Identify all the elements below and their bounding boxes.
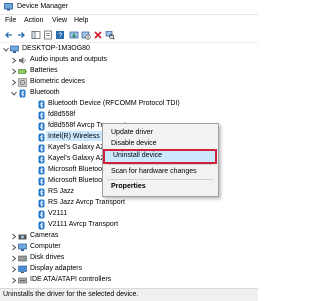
device-label: Bluetooth Device (RFCOMM Protocol TDI): [48, 100, 180, 107]
tree-category[interactable]: IDE ATA/ATAPI controllers: [11, 275, 211, 286]
device-label: fd8d558f: [48, 111, 76, 118]
title-bar: Device Manager: [0, 0, 258, 15]
bluetooth-icon: [38, 155, 45, 164]
menu-separator: [107, 179, 213, 180]
category-label: Computer: [30, 243, 61, 250]
tree-category-bluetooth[interactable]: Bluetooth: [11, 88, 211, 99]
menu-view[interactable]: View: [52, 17, 67, 24]
tree-category[interactable]: Biometric devices: [11, 77, 211, 88]
category-label: Biometric devices: [30, 78, 85, 85]
status-bar: Uninstalls the driver for the selected d…: [0, 288, 258, 301]
tree-category[interactable]: Audio inputs and outputs: [11, 55, 211, 66]
tree-category[interactable]: Batteries: [11, 66, 211, 77]
disable-device-icon[interactable]: [81, 30, 91, 40]
status-text: Uninstalls the driver for the selected d…: [3, 291, 139, 298]
category-label: Bluetooth: [30, 89, 60, 96]
category-label: Audio inputs and outputs: [30, 56, 108, 63]
category-label: Disk drives: [30, 254, 65, 261]
menu-update-driver[interactable]: Update driver: [103, 128, 218, 139]
tree-category[interactable]: Computer: [11, 242, 211, 253]
category-label: IDE ATA/ATAPI controllers: [30, 276, 112, 283]
computer-icon: [10, 45, 19, 53]
back-arrow-icon[interactable]: [4, 30, 14, 40]
svg-text:?: ?: [58, 33, 62, 40]
battery-icon: [18, 69, 27, 74]
menu-label: Update driver: [111, 129, 154, 136]
tree-category[interactable]: Display adapters: [11, 264, 211, 275]
expand-arrow-icon[interactable]: [11, 255, 17, 262]
bluetooth-icon: [38, 177, 45, 186]
menu-disable-device[interactable]: Disable device: [103, 139, 218, 150]
menu-label: Disable device: [111, 140, 157, 147]
menu-separator: [107, 164, 213, 165]
menu-bar: File Action View Help: [0, 15, 258, 27]
collapse-arrow-icon[interactable]: [11, 90, 17, 97]
bluetooth-icon: [19, 89, 26, 98]
bluetooth-icon: [38, 122, 45, 131]
menu-properties[interactable]: Properties: [103, 182, 218, 193]
device-label: V2111: [48, 210, 68, 217]
fingerprint-icon: [18, 78, 27, 87]
expand-arrow-icon[interactable]: [11, 68, 17, 75]
device-label: RS Jazz Avrcp Transport: [48, 199, 125, 206]
menu-action[interactable]: Action: [24, 17, 43, 24]
forward-arrow-icon[interactable]: [16, 30, 26, 40]
menu-uninstall-device[interactable]: Uninstall device: [103, 149, 217, 164]
disk-icon: [18, 255, 27, 262]
show-hide-tree-icon[interactable]: [31, 30, 41, 40]
bluetooth-icon: [38, 100, 45, 109]
tree-device[interactable]: fd8d558f: [37, 110, 257, 121]
computer-icon: [18, 243, 27, 251]
expand-arrow-icon[interactable]: [11, 266, 17, 273]
properties-icon[interactable]: [43, 30, 53, 40]
category-label: Display adapters: [30, 265, 83, 272]
menu-file[interactable]: File: [5, 17, 16, 24]
tree-device[interactable]: Bluetooth Device (RFCOMM Protocol TDI): [37, 99, 257, 110]
bluetooth-icon: [38, 210, 45, 219]
menu-help[interactable]: Help: [74, 17, 88, 24]
tree-device[interactable]: RS Jazz Avrcp Transport: [37, 198, 257, 209]
expand-arrow-icon[interactable]: [11, 244, 17, 251]
bluetooth-icon: [38, 111, 45, 120]
window-title: Device Manager: [17, 3, 68, 10]
bluetooth-icon: [38, 166, 45, 175]
tree-device[interactable]: V2111: [37, 209, 257, 220]
expand-arrow-icon[interactable]: [11, 277, 17, 284]
menu-label: Scan for hardware changes: [111, 168, 197, 175]
device-label: RS Jazz: [48, 188, 75, 195]
toolbar: ?: [0, 28, 258, 43]
speaker-icon: [19, 57, 26, 64]
tree-device[interactable]: V2111 Avrcp Transport: [37, 220, 257, 231]
collapse-arrow-icon[interactable]: [3, 46, 9, 53]
tree-root[interactable]: DESKTOP-1M3OG80: [3, 44, 203, 55]
help-icon[interactable]: ?: [55, 30, 65, 40]
tree-category[interactable]: Disk drives: [11, 253, 211, 264]
device-label: V2111 Avrcp Transport: [48, 221, 119, 228]
uninstall-device-icon[interactable]: [93, 30, 103, 40]
category-label: Batteries: [30, 67, 58, 74]
bluetooth-icon: [38, 188, 45, 197]
expand-arrow-icon[interactable]: [11, 233, 17, 240]
ide-icon: [18, 277, 27, 284]
menu-label: Properties: [111, 183, 146, 190]
display-icon: [18, 265, 27, 273]
menu-label: Uninstall device: [113, 152, 163, 159]
bluetooth-icon: [38, 144, 45, 153]
bluetooth-icon: [38, 221, 45, 230]
bluetooth-icon: [38, 199, 45, 208]
device-manager-icon: [4, 3, 13, 11]
expand-arrow-icon[interactable]: [11, 57, 17, 64]
category-label: Cameras: [30, 232, 59, 239]
scan-hardware-icon[interactable]: [105, 30, 115, 40]
update-driver-icon[interactable]: [69, 30, 79, 40]
expand-arrow-icon[interactable]: [11, 79, 17, 86]
menu-scan-hardware[interactable]: Scan for hardware changes: [103, 167, 218, 178]
bluetooth-icon: [38, 133, 45, 142]
tree-category[interactable]: Cameras: [11, 231, 211, 242]
computer-name: DESKTOP-1M3OG80: [22, 45, 90, 52]
camera-icon: [18, 234, 27, 240]
context-menu: Update driver Disable device Uninstall d…: [102, 123, 219, 197]
